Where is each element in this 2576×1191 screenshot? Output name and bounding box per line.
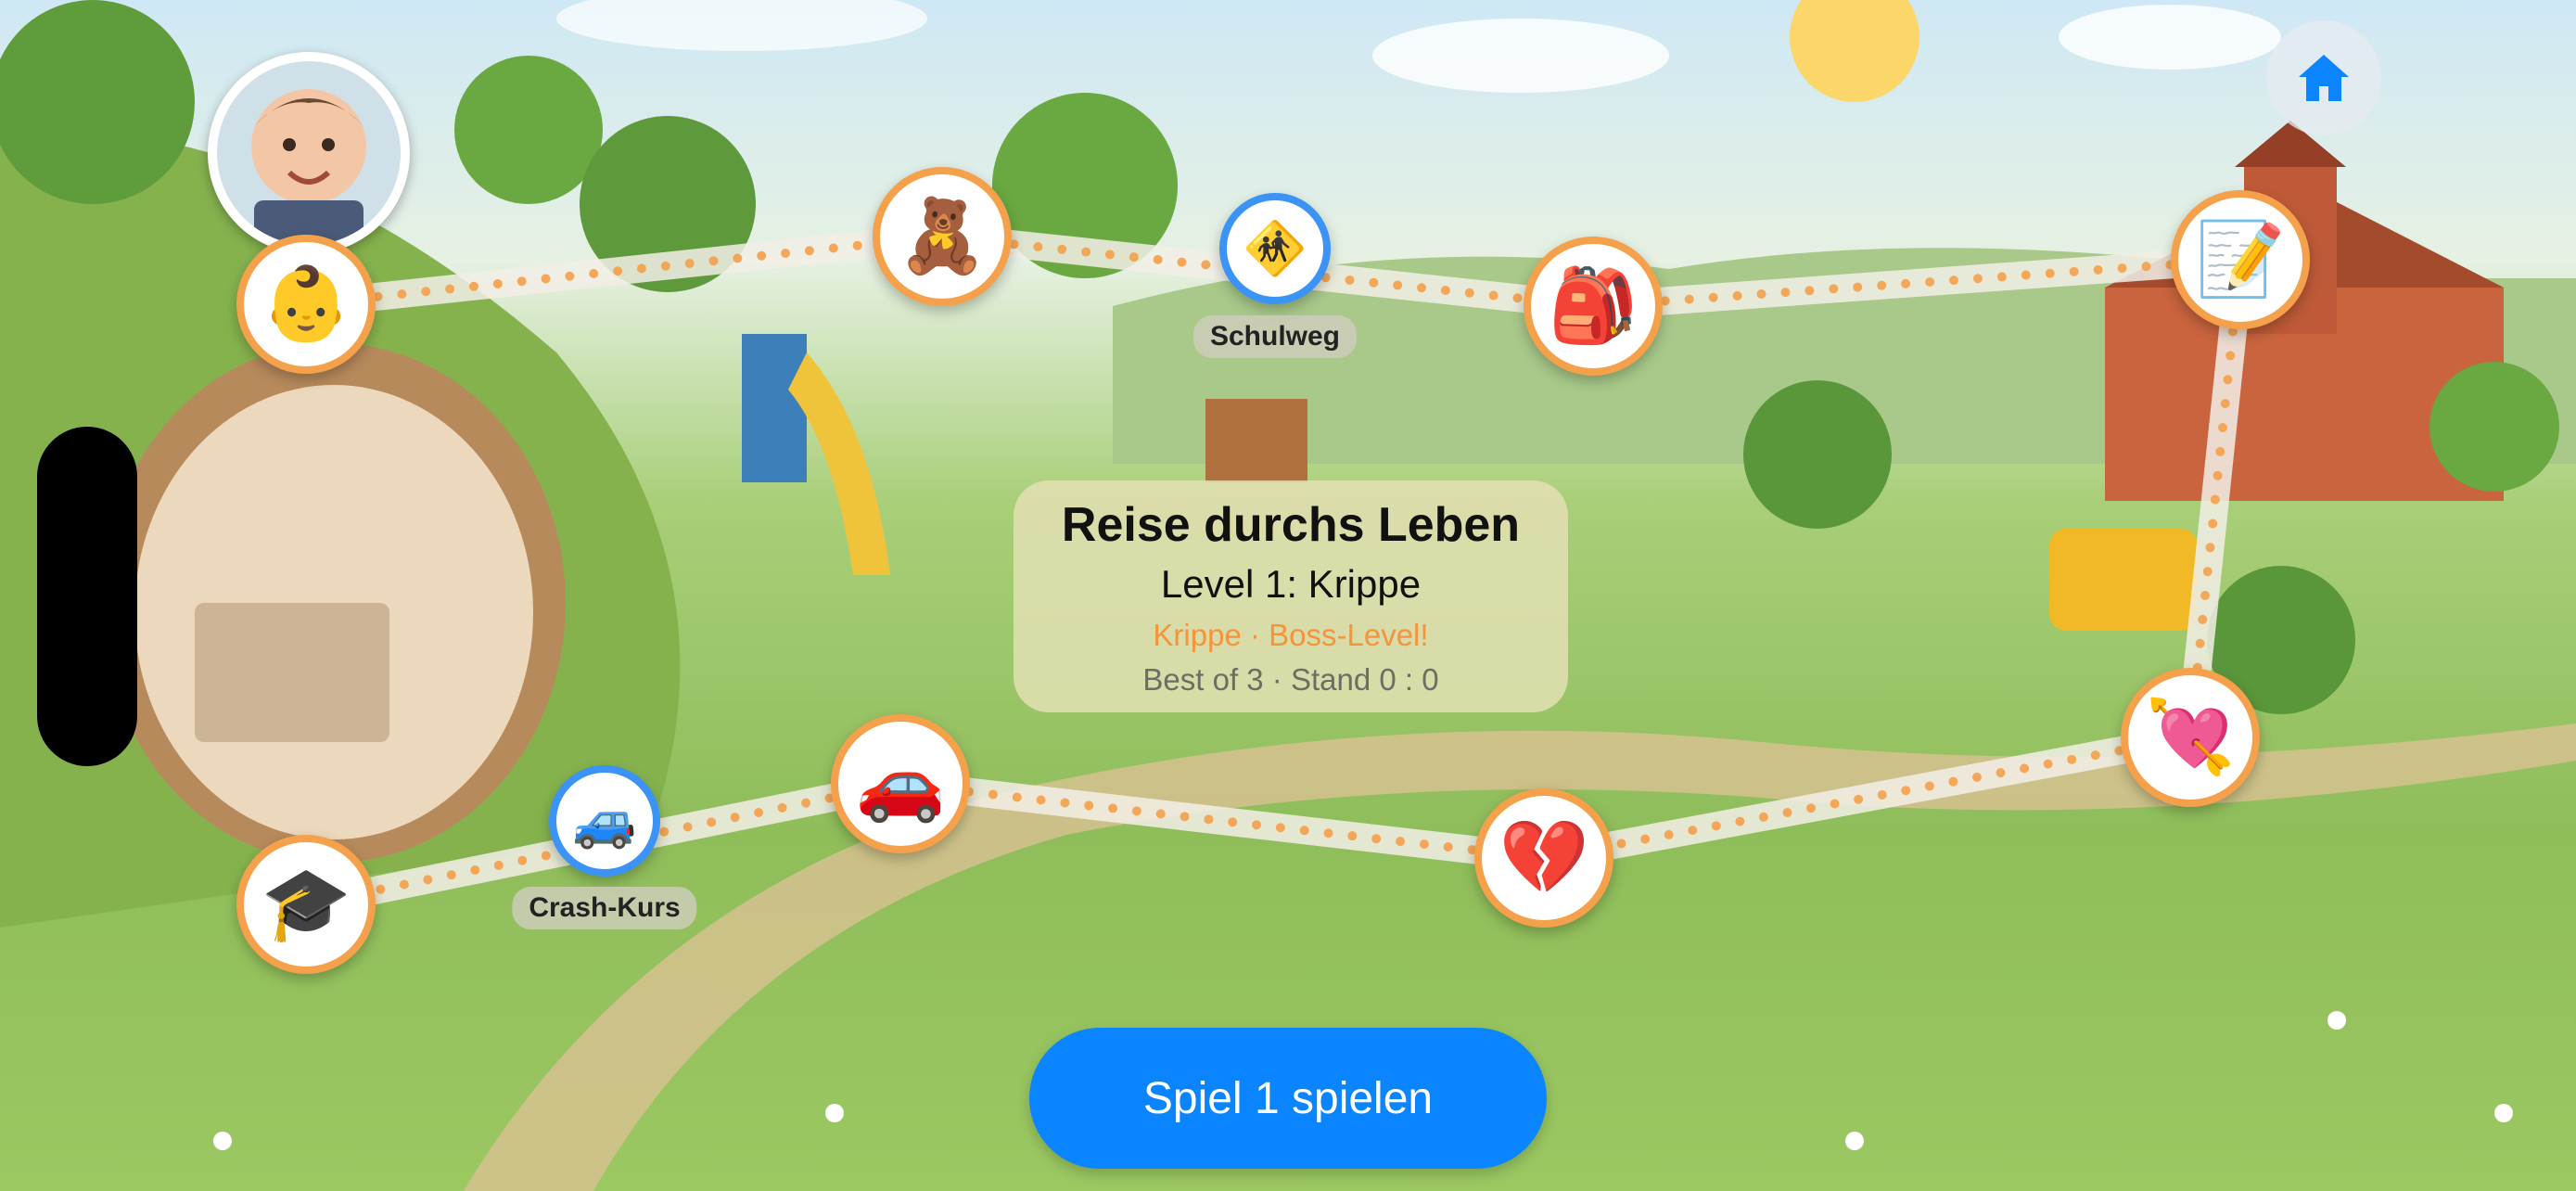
home-icon bbox=[2299, 55, 2349, 101]
score-text: Best of 3 · Stand 0 : 0 bbox=[1142, 662, 1439, 697]
home-button[interactable] bbox=[2266, 20, 2381, 135]
node-teddy[interactable]: 🧸 bbox=[873, 167, 1012, 306]
device-notch bbox=[37, 427, 137, 766]
level-info-panel: Reise durchs Leben Level 1: Krippe Kripp… bbox=[1014, 480, 1568, 712]
node-grad-cap[interactable]: 🎓 bbox=[236, 835, 376, 974]
boss-level-text: Krippe · Boss-Level! bbox=[1153, 618, 1429, 652]
school-bus bbox=[2049, 529, 2198, 631]
level-title: Level 1: Krippe bbox=[1160, 562, 1422, 606]
node-heart-arrow[interactable]: 💘 bbox=[2121, 668, 2260, 807]
baby-avatar bbox=[217, 61, 401, 245]
node-car[interactable]: 🚗 bbox=[831, 714, 970, 853]
playhouse bbox=[1205, 399, 1307, 482]
node-broken-heart[interactable]: 💔 bbox=[1474, 788, 1613, 928]
node-backpack[interactable]: 🎒 bbox=[1524, 237, 1663, 376]
sun bbox=[1790, 0, 1919, 102]
node-memo[interactable]: 📝 bbox=[2171, 190, 2310, 329]
play-button[interactable]: Spiel 1 spielen bbox=[1029, 1028, 1547, 1169]
node-small-car[interactable]: 🚙 bbox=[549, 765, 660, 877]
label-schulweg: Schulweg bbox=[1192, 315, 1358, 358]
player-avatar bbox=[208, 52, 410, 254]
node-baby[interactable]: 👶 bbox=[236, 235, 376, 374]
node-crossing[interactable]: 🚸 bbox=[1219, 193, 1331, 304]
game-title: Reise durchs Leben bbox=[1061, 498, 1521, 552]
map-scene: 👶 🧸 🚸 Schulweg 🎒 📝 💘 💔 🚗 🚙 Crash-Kurs 🎓 … bbox=[0, 0, 2576, 1191]
label-crash-kurs: Crash-Kurs bbox=[512, 887, 697, 929]
crib bbox=[195, 603, 389, 742]
